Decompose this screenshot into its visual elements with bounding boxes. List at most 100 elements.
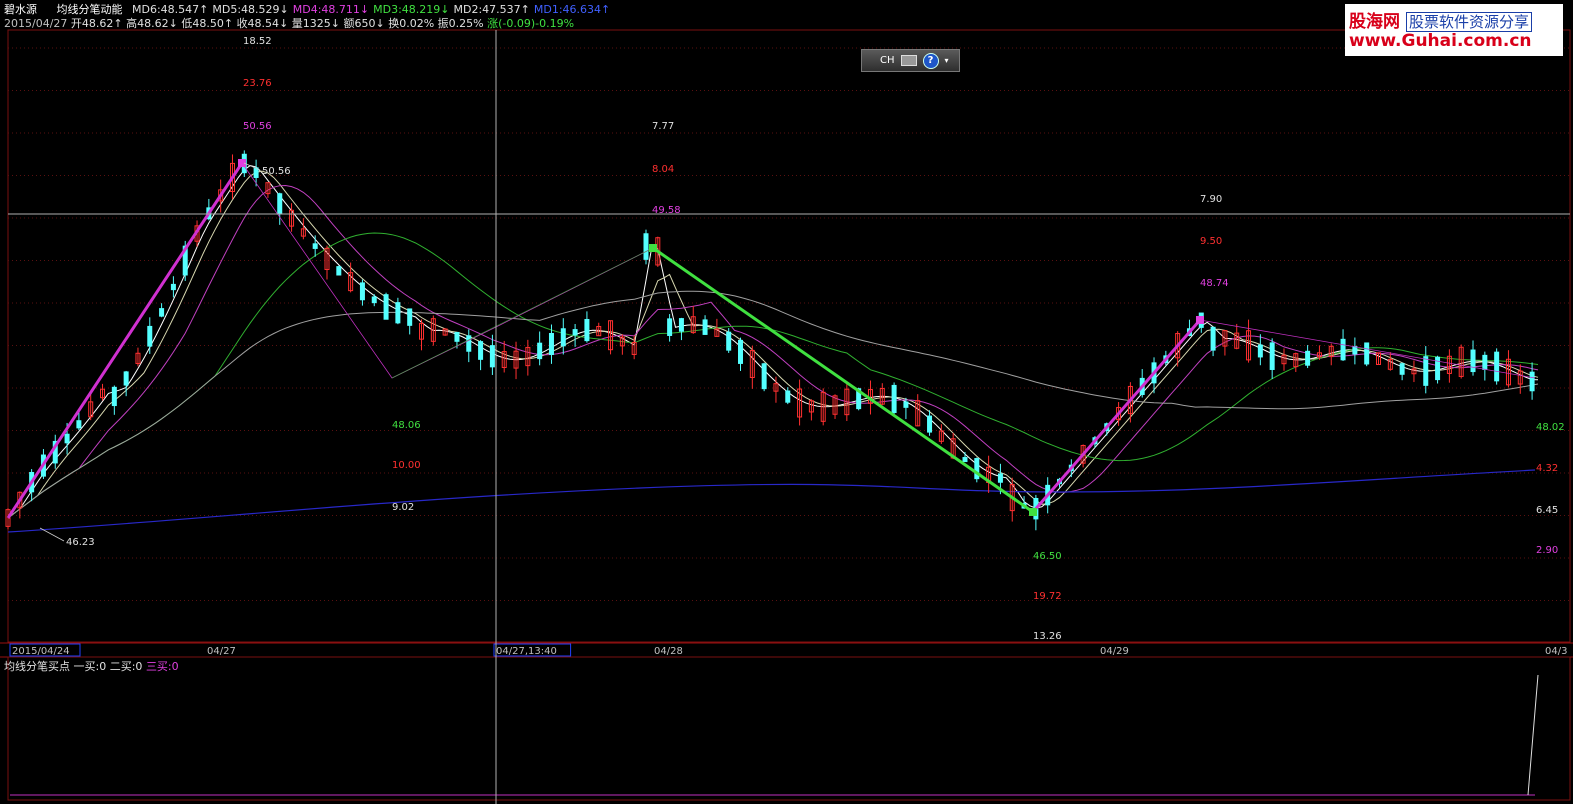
arrow-icon: ↓ [279, 17, 289, 30]
price-annotation: 50.56 [262, 166, 291, 177]
price-annotation: 19.72 [1033, 591, 1062, 602]
x-axis-label: 2015/04/24 [12, 646, 70, 657]
x-axis-label: 04/27 [207, 646, 236, 657]
help-icon[interactable]: ? [922, 52, 939, 69]
candle-body [123, 371, 129, 386]
candle-body [312, 243, 318, 249]
candle-body [1482, 354, 1488, 370]
ma-line [7, 232, 1539, 519]
price-annotation: 48.74 [1200, 278, 1229, 289]
buy-signal-spike [1527, 674, 1539, 796]
quote-amount: 额650 [343, 17, 376, 30]
quote-change: 涨(-0.09)-0.19% [487, 17, 575, 30]
quote-amplitude: 振0.25% [437, 17, 484, 30]
lower-indicator-panel [10, 674, 1539, 796]
stroke-line [6, 162, 244, 519]
price-annotation: 50.56 [243, 121, 272, 132]
candle-body [1210, 326, 1216, 351]
candle-body [395, 302, 401, 324]
candle-body [548, 333, 554, 355]
candle-body [891, 384, 897, 414]
candle-body [1494, 351, 1500, 382]
price-annotation: 23.76 [243, 78, 272, 89]
quote-volume: 量1325 [291, 17, 331, 30]
buy1-count: 一买:0 [73, 660, 107, 673]
lower-panel-title: 均线分笔买点 [4, 660, 70, 673]
chart-toolbar[interactable]: CH ? ▾ [861, 49, 960, 72]
candle-body [761, 363, 767, 390]
price-annotation: 13.26 [1033, 631, 1062, 642]
price-annotation: 46.23 [66, 537, 95, 548]
price-annotation: 2.90 [1536, 545, 1558, 556]
price-annotation: 6.45 [1536, 505, 1558, 516]
quote-close: 收48.54 [236, 17, 280, 30]
stroke-lines [6, 159, 1536, 519]
ch-button[interactable]: CH [880, 55, 895, 66]
candle-body [1352, 345, 1358, 355]
candle-body [997, 473, 1003, 483]
chart-grid [0, 29, 1573, 801]
candle-body [359, 282, 365, 301]
candle-body [111, 386, 117, 407]
quote-line: 2015/04/27 开48.62↑ 高48.62↓ 低48.50↑ 收48.5… [4, 15, 574, 31]
x-axis-label: 04/3 [1545, 646, 1567, 657]
price-annotation: 9.50 [1200, 236, 1222, 247]
candle-body [1257, 344, 1263, 358]
candle-body [643, 233, 649, 260]
leader-line [39, 527, 65, 542]
candle-body [785, 390, 791, 403]
candle-body [76, 420, 82, 429]
candle-body [678, 318, 684, 332]
candle-body [584, 318, 590, 342]
candle-body [147, 325, 153, 347]
candle-body [572, 329, 578, 336]
candle-body [927, 415, 933, 433]
logo-brand: 股海网 [1349, 12, 1400, 32]
quote-turnover: 换0.02% [388, 17, 435, 30]
ma-line [7, 469, 1536, 533]
candle-body [667, 318, 673, 336]
candle-body [64, 433, 70, 444]
candle-body [726, 331, 732, 351]
candle-body [537, 342, 543, 360]
candle-body [1305, 350, 1311, 366]
quote-high: 高48.62 [126, 17, 169, 30]
candle-body [1269, 342, 1275, 370]
moving-average-lines [7, 165, 1539, 533]
candle-body [466, 335, 472, 352]
x-axis-label: 04/27,13:40 [496, 646, 557, 657]
stroke-vertex-marker [1196, 316, 1204, 324]
price-annotation: 18.52 [243, 36, 272, 47]
arrow-icon: ↓ [168, 17, 178, 30]
x-axis-label: 04/29 [1100, 646, 1129, 657]
chevron-down-icon[interactable]: ▾ [945, 56, 949, 65]
stroke-vertex-marker [649, 244, 657, 252]
arrow-icon: ↑ [223, 17, 234, 30]
candle-body [1364, 342, 1370, 365]
logo-tagline: 股票软件资源分享 [1406, 12, 1533, 32]
watermark-logo: 股海网 股票软件资源分享 www.Guhai.com.cn [1345, 4, 1563, 56]
candle-body [454, 331, 460, 342]
candle-body [1529, 371, 1535, 392]
candle-body [336, 266, 342, 276]
buy3-count: 三买:0 [145, 660, 179, 673]
arrow-icon: ↑ [113, 17, 123, 30]
candle-body [383, 294, 389, 320]
candle-body [277, 193, 283, 214]
stroke-vertex-marker [1029, 508, 1037, 516]
candle-body [170, 283, 176, 291]
price-annotation: 9.02 [392, 502, 414, 513]
stroke-line [652, 246, 1034, 514]
price-annotation: 10.00 [392, 460, 421, 471]
price-annotation: 4.32 [1536, 463, 1558, 474]
arrow-icon: ↓ [330, 17, 340, 30]
candle-body [903, 401, 909, 408]
sub-stroke-line [241, 162, 1536, 513]
keyboard-icon[interactable] [900, 55, 917, 66]
quote-date: 2015/04/27 [4, 17, 68, 30]
candle-body [1423, 356, 1429, 386]
arrow-icon: ↑ [601, 3, 611, 16]
price-annotation: 48.06 [392, 420, 421, 431]
arrow-icon: ↓ [375, 17, 385, 30]
kline-chart[interactable]: 18.52 23.76 50.56 50.56 46.23 48.06 10.00 9.02 7… [0, 0, 1573, 804]
